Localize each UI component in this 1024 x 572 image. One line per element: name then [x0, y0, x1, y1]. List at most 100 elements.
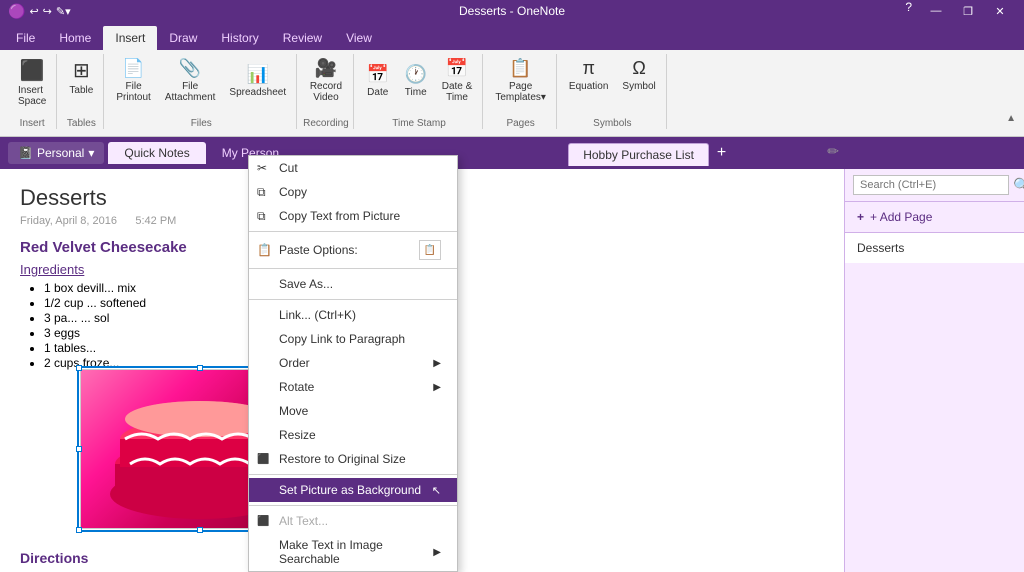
notebook-icon: 📓: [18, 146, 33, 160]
paste-option-1[interactable]: 📋: [419, 240, 441, 260]
symbol-button[interactable]: Ω Symbol: [616, 54, 661, 96]
tab-file[interactable]: File: [4, 26, 47, 50]
page-item-desserts[interactable]: Desserts: [845, 233, 1024, 263]
close-button[interactable]: ✕: [984, 0, 1016, 22]
ribbon-tab-bar: File Home Insert Draw History Review Vie…: [0, 22, 1024, 50]
search-input[interactable]: [853, 175, 1009, 195]
onenote-logo-icon: 🟣: [8, 3, 25, 20]
menu-item-copy[interactable]: ⧉ Copy: [249, 180, 457, 204]
menu-separator-5: [249, 505, 457, 506]
symbol-label: Symbol: [622, 81, 655, 92]
redo-button[interactable]: ↪: [43, 5, 52, 18]
file-attachment-icon: 📎: [179, 58, 201, 79]
file-printout-label: FilePrintout: [116, 81, 150, 103]
page-templates-label: PageTemplates▾: [495, 81, 546, 103]
undo-button[interactable]: ↩: [29, 5, 38, 18]
menu-item-link[interactable]: Link... (Ctrl+K): [249, 303, 457, 327]
page-templates-icon: 📋: [509, 58, 531, 79]
menu-item-alt-text-label: Alt Text...: [279, 514, 328, 528]
tab-view[interactable]: View: [334, 26, 384, 50]
quick-access-toolbar: ↩ ↪ ✎▾: [29, 5, 70, 18]
page-templates-button[interactable]: 📋 PageTemplates▾: [489, 54, 552, 107]
tab-insert[interactable]: Insert: [103, 26, 157, 50]
menu-item-alt-text[interactable]: ⬛ Alt Text...: [249, 509, 457, 533]
menu-item-make-searchable-label: Make Text in Image Searchable: [279, 538, 433, 566]
spreadsheet-button[interactable]: 📊 Spreadsheet: [223, 60, 292, 102]
menu-item-copy-link[interactable]: Copy Link to Paragraph: [249, 327, 457, 351]
menu-item-set-background[interactable]: Set Picture as Background ↖: [249, 478, 457, 502]
ribbon: File Home Insert Draw History Review Vie…: [0, 22, 1024, 137]
edit-page-button[interactable]: ✏: [827, 143, 839, 160]
symbol-icon: Ω: [632, 58, 645, 79]
timestamp-buttons: 📅 Date 🕐 Time 📅 Date &Time: [360, 54, 479, 107]
menu-item-cut[interactable]: ✂ Cut: [249, 156, 457, 180]
menu-item-make-searchable[interactable]: Make Text in Image Searchable ▶: [249, 533, 457, 571]
ribbon-group-tables: ⊞ Table Tables: [59, 54, 104, 129]
menu-item-restore[interactable]: ⬛ Restore to Original Size: [249, 447, 457, 471]
equation-button[interactable]: π Equation: [563, 54, 614, 96]
ribbon-collapse-button[interactable]: ▲: [1006, 113, 1016, 124]
tab-draw[interactable]: Draw: [157, 26, 209, 50]
date-time-button[interactable]: 📅 Date &Time: [436, 54, 479, 107]
ribbon-group-pages: 📋 PageTemplates▾ Pages: [485, 54, 557, 129]
notebook-dropdown[interactable]: 📓 Personal ▾: [8, 142, 104, 164]
notebook-tab-quick-notes[interactable]: Quick Notes: [108, 142, 205, 164]
time-button[interactable]: 🕐 Time: [398, 60, 434, 102]
menu-item-order[interactable]: Order ▶: [249, 351, 457, 375]
date-time-label: Date &Time: [442, 81, 473, 103]
symbols-buttons: π Equation Ω Symbol: [563, 54, 662, 96]
tab-history[interactable]: History: [209, 26, 270, 50]
menu-separator-4: [249, 474, 457, 475]
menu-item-rotate-label: Rotate: [279, 380, 314, 394]
date-time-icon: 📅: [446, 58, 468, 79]
date-button[interactable]: 📅 Date: [360, 60, 396, 102]
table-button[interactable]: ⊞ Table: [63, 54, 99, 100]
title-bar-left: 🟣 ↩ ↪ ✎▾: [8, 3, 71, 20]
minimize-button[interactable]: —: [920, 0, 952, 22]
notebook-bar: 📓 Personal ▾ Quick Notes My Person... Ho…: [0, 137, 1024, 169]
tab-home[interactable]: Home: [47, 26, 103, 50]
search-bar: 🔍: [845, 169, 1024, 202]
restore-icon: ⬛: [257, 454, 269, 465]
customize-button[interactable]: ✎▾: [56, 5, 71, 18]
search-icon[interactable]: 🔍: [1013, 177, 1024, 194]
table-icon: ⊞: [73, 58, 90, 83]
table-label: Table: [69, 85, 93, 96]
add-page-tab-button[interactable]: +: [709, 140, 734, 166]
record-video-button[interactable]: 🎥 RecordVideo: [304, 54, 348, 107]
spreadsheet-label: Spreadsheet: [229, 87, 286, 98]
help-icon[interactable]: ?: [897, 0, 920, 22]
menu-item-cut-label: Cut: [279, 161, 298, 175]
insert-space-label: InsertSpace: [18, 85, 46, 107]
menu-item-save-as[interactable]: Save As...: [249, 272, 457, 296]
menu-item-paste-options[interactable]: 📋 Paste Options: 📋: [249, 235, 457, 265]
menu-item-copy-label: Copy: [279, 185, 307, 199]
tab-review[interactable]: Review: [271, 26, 334, 50]
menu-item-copy-link-label: Copy Link to Paragraph: [279, 332, 405, 346]
menu-item-rotate[interactable]: Rotate ▶: [249, 375, 457, 399]
record-video-label: RecordVideo: [310, 81, 342, 103]
tables-group-label: Tables: [67, 118, 96, 129]
insert-space-button[interactable]: ⬛ InsertSpace: [12, 54, 52, 111]
pages-group-label: Pages: [506, 118, 534, 129]
context-menu: ✂ Cut ⧉ Copy ⧉ Copy Text from Picture 📋 …: [248, 155, 458, 572]
page-tab-hobby[interactable]: Hobby Purchase List: [568, 143, 709, 166]
rotate-arrow-icon: ▶: [433, 382, 441, 393]
ribbon-content: ⬛ InsertSpace Insert ⊞ Table Tables 📄 Fi…: [0, 50, 1024, 136]
order-arrow-icon: ▶: [433, 358, 441, 369]
spreadsheet-icon: 📊: [247, 64, 269, 85]
copy-icon: ⧉: [257, 185, 266, 200]
copy-text-icon: ⧉: [257, 209, 266, 224]
menu-item-resize[interactable]: Resize: [249, 423, 457, 447]
equation-label: Equation: [569, 81, 608, 92]
file-attachment-button[interactable]: 📎 FileAttachment: [159, 54, 222, 107]
file-printout-button[interactable]: 📄 FilePrintout: [110, 54, 156, 107]
menu-item-move[interactable]: Move: [249, 399, 457, 423]
menu-item-link-label: Link... (Ctrl+K): [279, 308, 356, 322]
restore-button[interactable]: ❐: [952, 0, 984, 22]
menu-item-copy-text[interactable]: ⧉ Copy Text from Picture: [249, 204, 457, 228]
ribbon-group-files: 📄 FilePrintout 📎 FileAttachment 📊 Spread…: [106, 54, 297, 129]
record-video-icon: 🎥: [315, 58, 337, 79]
insert-space-button-group: ⬛ InsertSpace: [12, 54, 52, 111]
add-page-button[interactable]: + + Add Page: [845, 202, 1024, 233]
